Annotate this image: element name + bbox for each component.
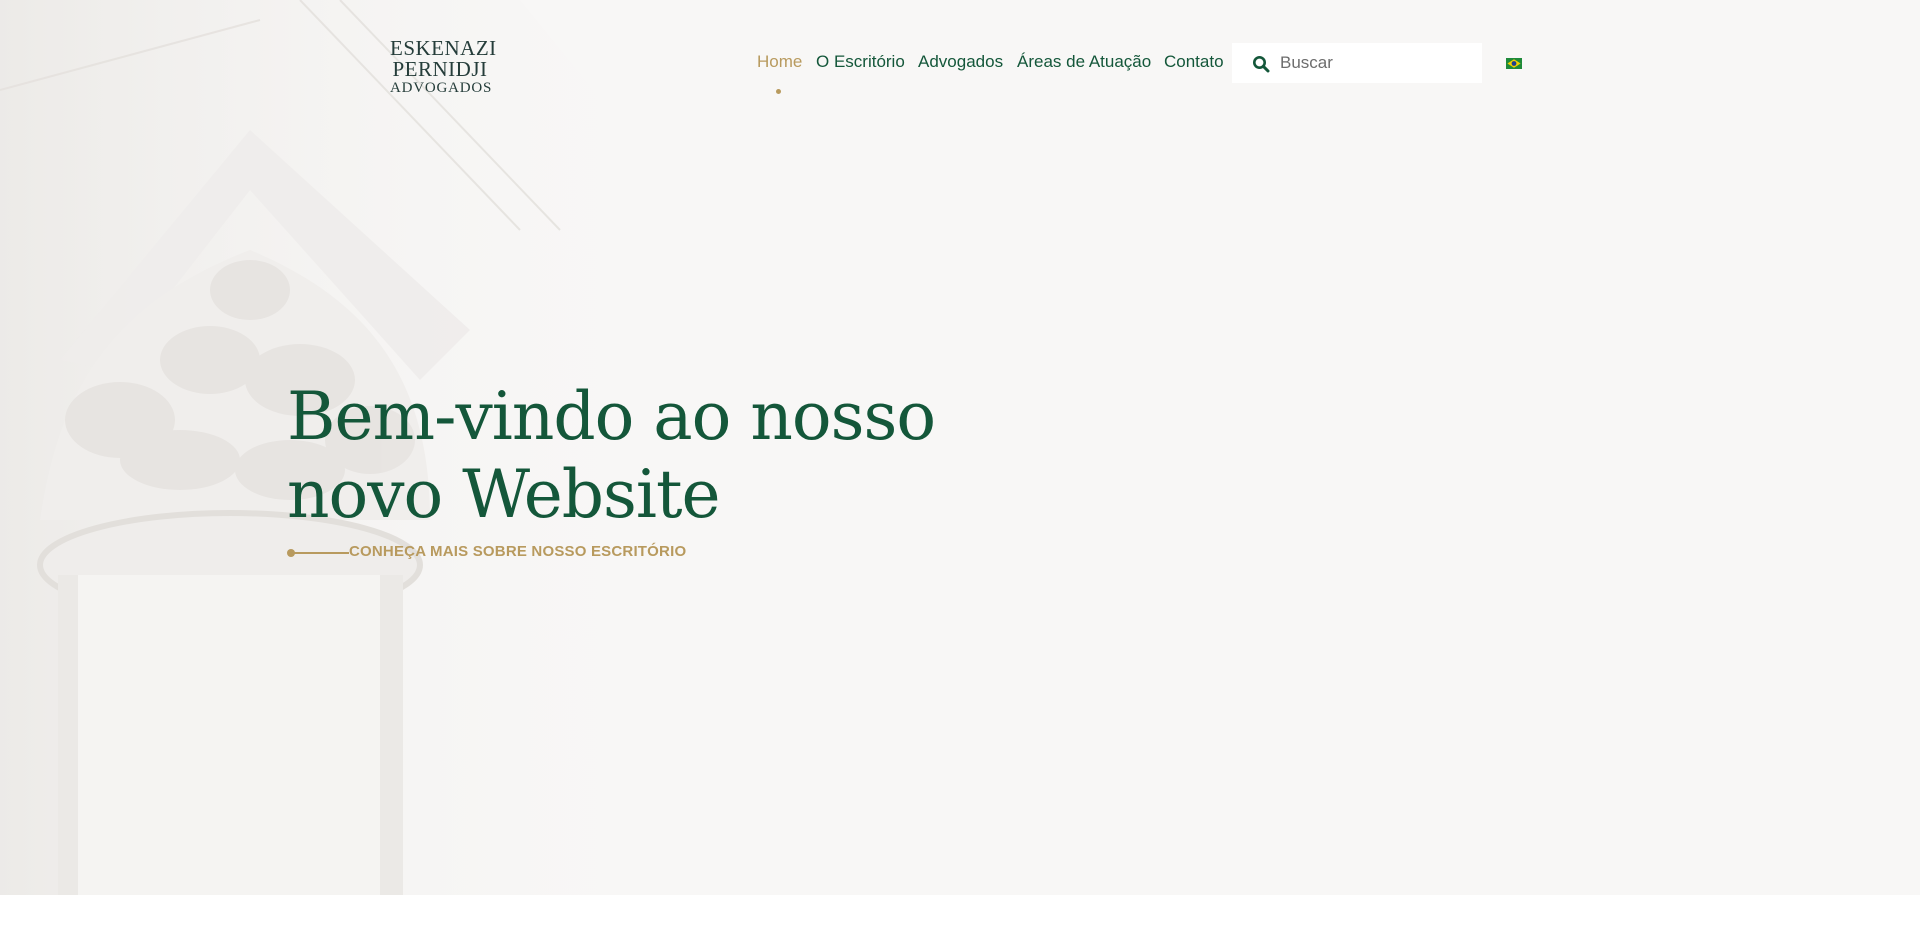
search-input[interactable] (1280, 43, 1470, 83)
nav-item-areas-de-atuacao[interactable]: Áreas de Atuação (1017, 52, 1151, 72)
nav-item-home[interactable]: Home (757, 52, 802, 72)
active-nav-indicator (776, 89, 781, 94)
nav-item-advogados[interactable]: Advogados (918, 52, 1003, 72)
nav-item-o-escritorio[interactable]: O Escritório (816, 52, 905, 72)
logo-line-2: PERNIDJI (392, 57, 488, 81)
nav-item-contato[interactable]: Contato (1164, 52, 1224, 72)
logo-line-1: ESKENAZI (390, 36, 497, 60)
hero-title: Bem-vindo ao nosso novo Website (287, 378, 936, 534)
next-section (0, 895, 1920, 943)
firm-logo[interactable]: ESKENAZI PERNIDJI ADVOGADOS (390, 36, 497, 96)
hero-title-line-2: novo Website (287, 456, 721, 533)
hero-section: ESKENAZI PERNIDJI ADVOGADOS Home O Escri… (0, 0, 1920, 895)
hero-title-line-1: Bem-vindo ao nosso (287, 378, 936, 455)
cta-line-decoration (293, 552, 349, 554)
search-icon[interactable] (1252, 55, 1270, 73)
brazil-flag-icon[interactable] (1506, 58, 1522, 69)
cta-label: CONHEÇA MAIS SOBRE NOSSO ESCRITÓRIO (349, 543, 687, 560)
search-box[interactable] (1232, 43, 1482, 83)
logo-line-3: ADVOGADOS (390, 80, 493, 96)
